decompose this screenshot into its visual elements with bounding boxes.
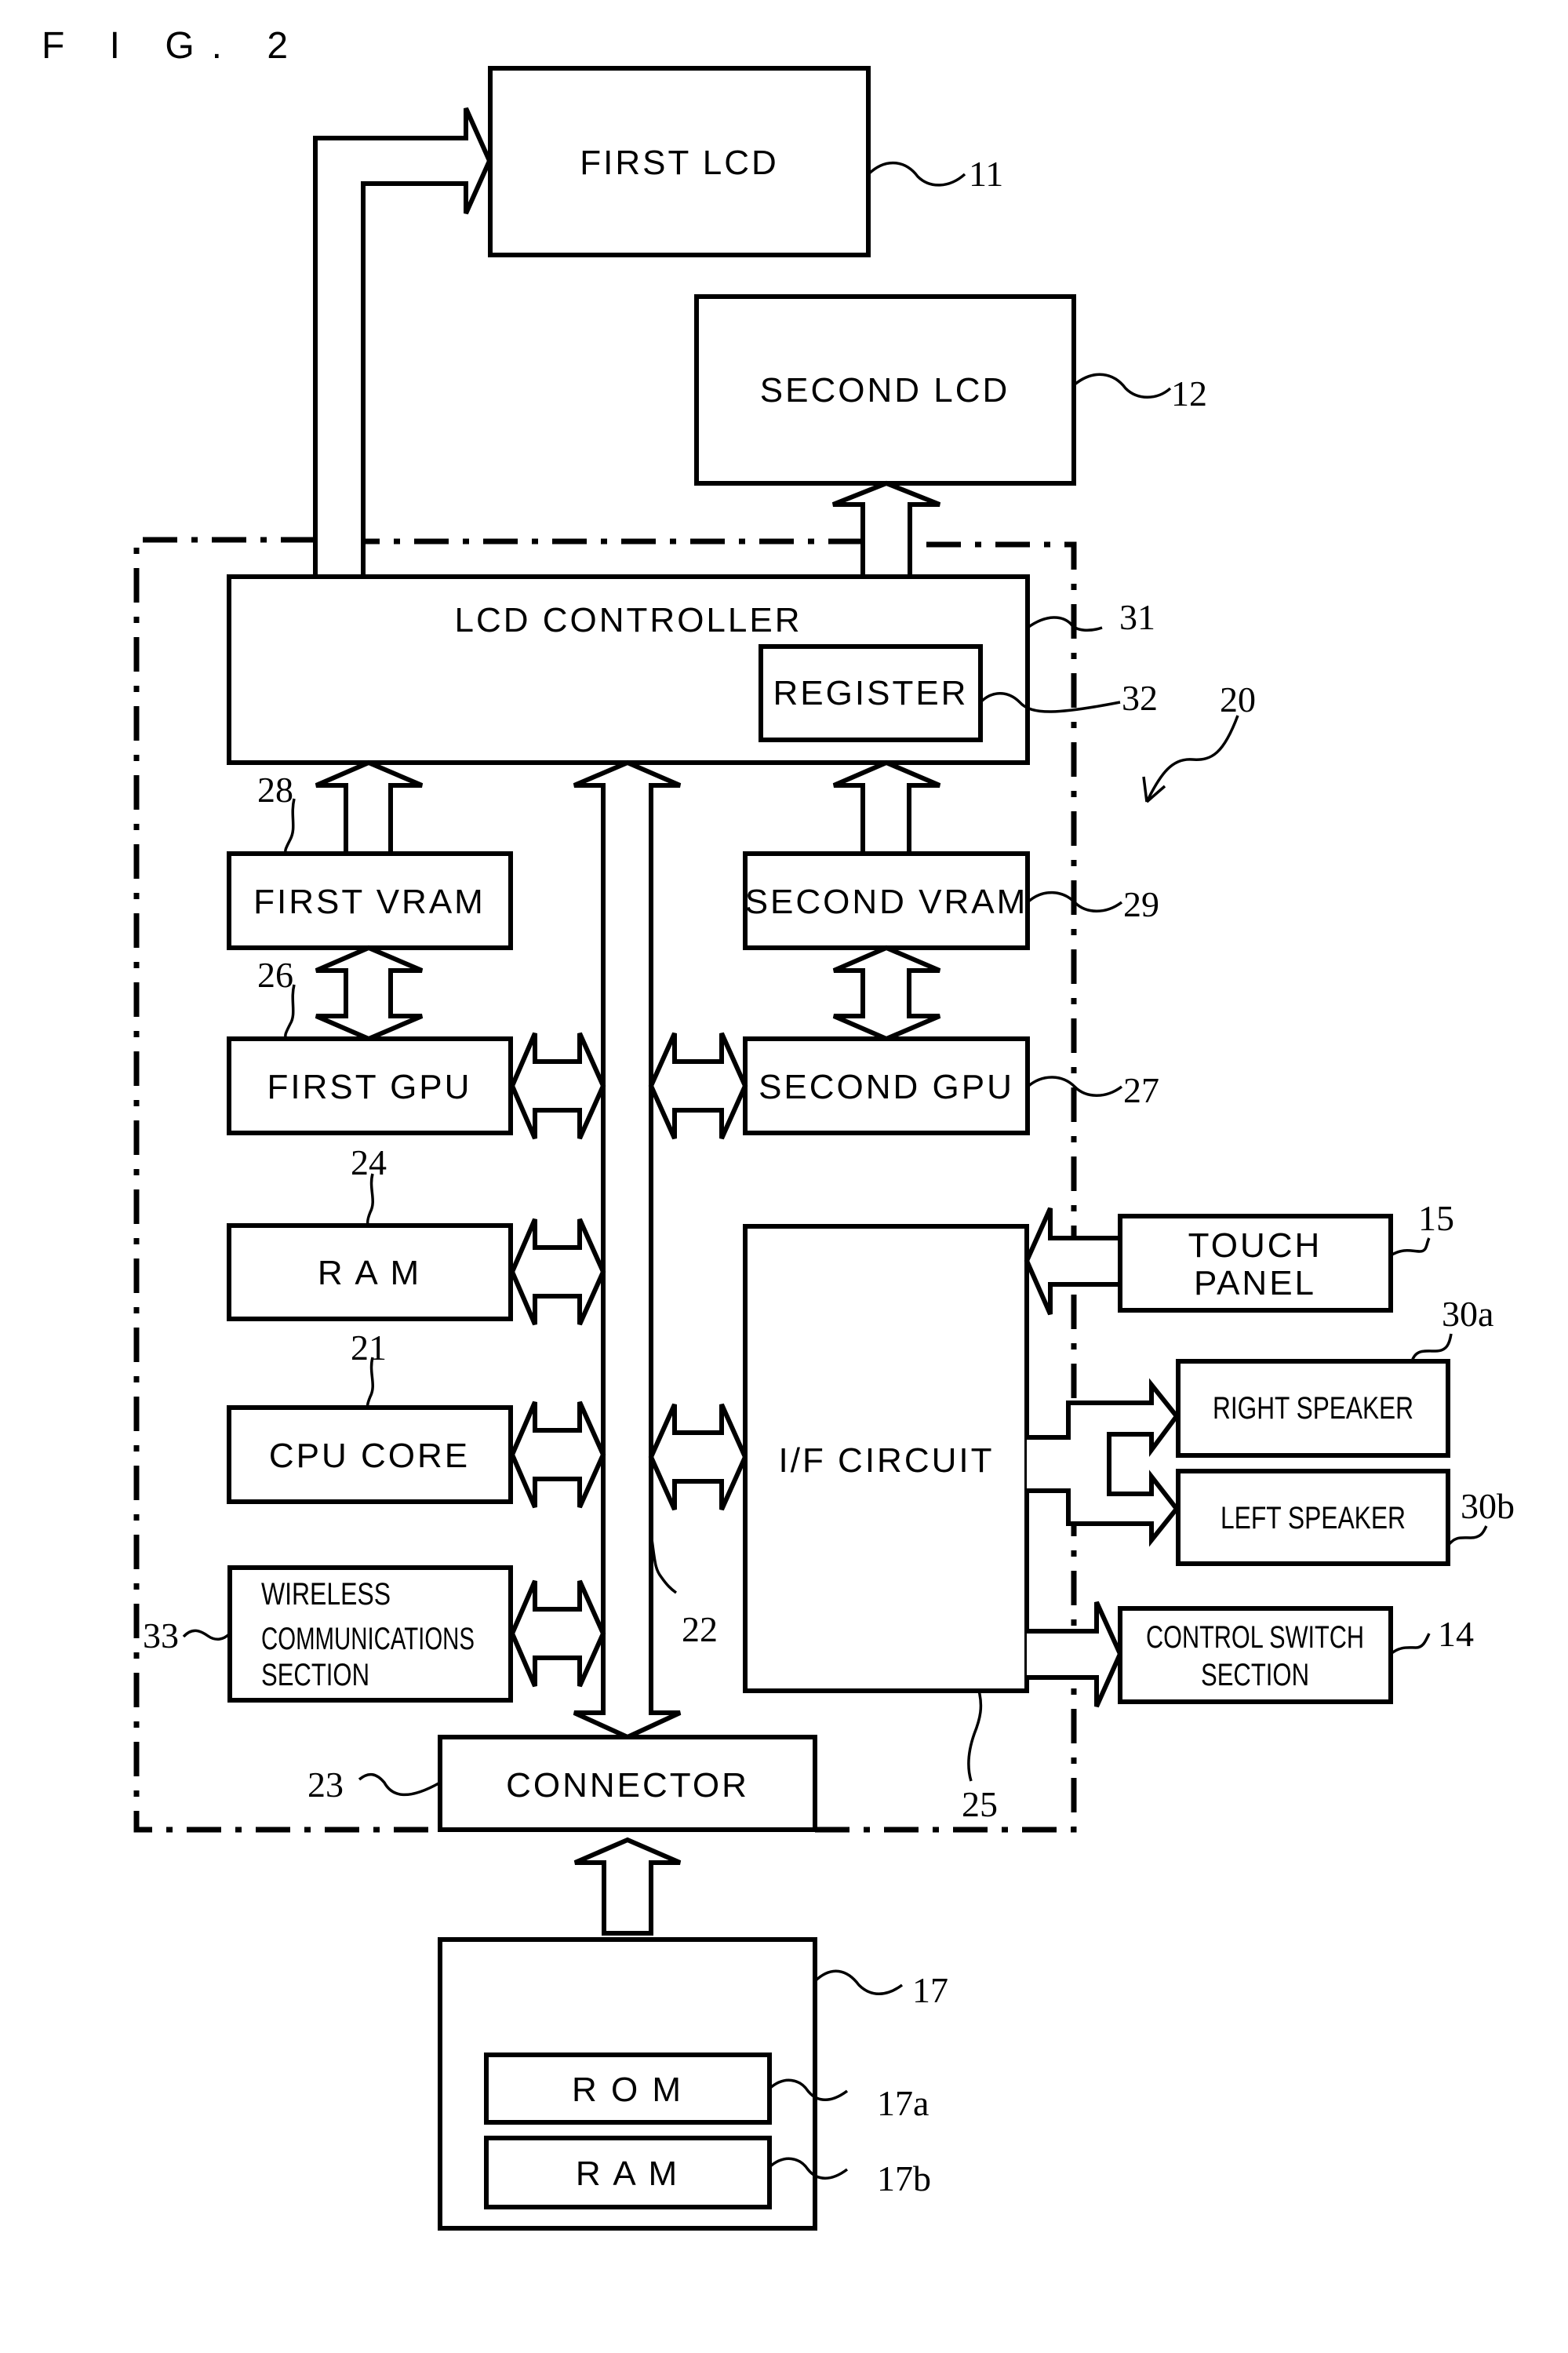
ref-22: 22	[682, 1609, 718, 1649]
second-vram-label: SECOND VRAM	[745, 883, 1028, 921]
ref-32: 32	[1122, 678, 1158, 718]
ref-26: 26	[257, 955, 293, 995]
cart-ram-label: R A M	[576, 2154, 679, 2193]
right-speaker-label: RIGHT SPEAKER	[1213, 1391, 1413, 1426]
left-bus-arrows	[509, 1032, 606, 1688]
ref-15: 15	[1418, 1198, 1454, 1238]
control-switch-label-line2: SECTION	[1201, 1658, 1309, 1692]
ram-label: R A M	[318, 1254, 421, 1292]
connector-label: CONNECTOR	[506, 1766, 749, 1805]
first-gpu-bus-arrow	[509, 1032, 606, 1140]
wireless-label-line3: SECTION	[261, 1658, 369, 1692]
ref-17: 17	[912, 1970, 948, 2010]
ref-11: 11	[969, 154, 1003, 194]
first-vram-label: FIRST VRAM	[253, 883, 486, 921]
first-vram-up-arrow	[315, 759, 424, 854]
second-gpu-bus-arrow	[648, 1032, 748, 1140]
cartridge-connector-arrow	[573, 1837, 682, 1936]
second-gpu-label: SECOND GPU	[759, 1068, 1014, 1106]
ref-30a: 30a	[1442, 1294, 1493, 1334]
ref-30b: 30b	[1461, 1486, 1515, 1526]
cpu-core-bus-arrow	[509, 1401, 606, 1509]
touch-panel-label-line2: PANEL	[1194, 1264, 1316, 1302]
ref-21: 21	[351, 1328, 387, 1368]
first-lcd-label: FIRST LCD	[580, 144, 779, 182]
ref-17b: 17b	[877, 2158, 931, 2198]
second-vram-up-arrow	[832, 759, 941, 854]
ref-23: 23	[307, 1765, 344, 1805]
ref-25: 25	[962, 1784, 998, 1824]
wireless-label-line1: WIRELESS	[261, 1577, 391, 1612]
ref-28: 28	[257, 770, 293, 810]
second-lcd-arrow	[831, 480, 941, 577]
control-switch-label-line1: CONTROL SWITCH	[1146, 1620, 1364, 1655]
second-lcd-label: SECOND LCD	[760, 371, 1010, 410]
block-diagram: F I G. 2 FIRST LCD SECOND LCD LCD CONTRO…	[42, 25, 1515, 2231]
second-vram-gpu-arrow	[832, 945, 941, 1042]
wireless-label-line2: COMMUNICATIONS	[261, 1622, 475, 1656]
first-lcd-bus-arrow	[313, 107, 493, 577]
touch-panel-label-line1: TOUCH	[1188, 1226, 1322, 1265]
left-speaker-label: LEFT SPEAKER	[1221, 1501, 1406, 1535]
if-circuit-bus-arrow	[648, 1403, 748, 1511]
figure-title: F I G. 2	[42, 25, 305, 67]
ref-24: 24	[351, 1142, 387, 1182]
first-vram-gpu-arrow	[315, 945, 424, 1042]
wireless-bus-arrow	[509, 1579, 606, 1688]
ref-33: 33	[143, 1615, 179, 1655]
if-circuit-label: I/F CIRCUIT	[779, 1441, 995, 1480]
ref-29: 29	[1123, 884, 1159, 924]
speaker-arrow	[1027, 1378, 1180, 1547]
ref-31: 31	[1119, 597, 1155, 637]
lcd-controller-label: LCD CONTROLLER	[455, 601, 802, 639]
ref-12: 12	[1171, 373, 1207, 413]
first-gpu-label: FIRST GPU	[267, 1068, 472, 1106]
register-label: REGISTER	[773, 674, 969, 712]
ref-27: 27	[1123, 1070, 1159, 1110]
cpu-core-label: CPU CORE	[269, 1437, 470, 1475]
ram-bus-arrow	[509, 1218, 606, 1326]
rom-label: R O M	[572, 2071, 683, 2109]
ref-14: 14	[1438, 1614, 1474, 1654]
ref-20: 20	[1220, 679, 1256, 719]
ref-17a: 17a	[877, 2083, 929, 2123]
